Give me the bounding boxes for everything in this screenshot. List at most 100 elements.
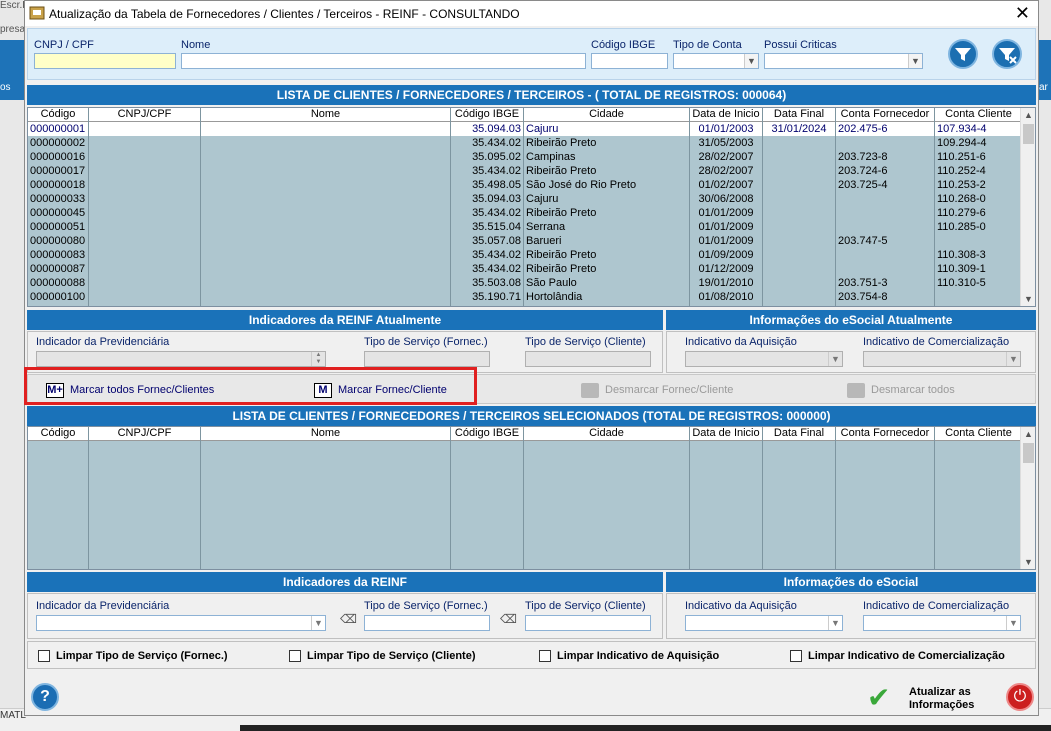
- column-header[interactable]: Conta Cliente: [935, 427, 1023, 441]
- eraser-icon[interactable]: ⌫: [340, 612, 357, 626]
- limpar-forn-checkbox[interactable]: Limpar Tipo de Serviço (Fornec.): [38, 650, 228, 663]
- clear-filter-button[interactable]: [992, 39, 1022, 69]
- column-header[interactable]: Data de Inicio: [690, 427, 763, 441]
- list1-scrollbar[interactable]: ▲ ▼: [1020, 108, 1035, 306]
- prev-label: Indicador da Previdenciária: [36, 336, 170, 348]
- serv-forn-input[interactable]: [364, 615, 490, 631]
- reinf-dialog: Atualização da Tabela de Fornecedores / …: [24, 0, 1039, 716]
- table-cell: [89, 192, 200, 206]
- column-header[interactable]: Código IBGE: [451, 427, 524, 441]
- table-cell: 19/01/2010: [698, 277, 754, 289]
- ibge-input[interactable]: [591, 53, 668, 69]
- table-row[interactable]: 000000083 35.434.02 Ribeirão Preto 01/09/20…: [28, 248, 1022, 262]
- list1-grid[interactable]: Código CNPJ/CPF Nome Código IBGE Cidade Data …: [27, 107, 1036, 307]
- table-row[interactable]: 000000002 35.434.02 Ribeirão Preto 31/05/20…: [28, 136, 1022, 150]
- table-row[interactable]: 000000088 35.503.08 São Paulo 19/01/2010 203…: [28, 276, 1022, 290]
- table-cell: Ribeirão Preto: [526, 263, 597, 275]
- column-header[interactable]: Conta Fornecedor: [836, 427, 935, 441]
- table-cell: 110.308-3: [937, 249, 986, 261]
- criticas-select[interactable]: ▼: [764, 53, 923, 69]
- table-cell: [763, 178, 835, 192]
- nome-input[interactable]: [181, 53, 586, 69]
- aquis-select[interactable]: ▼: [685, 615, 843, 631]
- column-header[interactable]: Código: [28, 108, 89, 122]
- table-cell: 203.747-5: [838, 235, 888, 247]
- table-cell: 01/08/2010: [698, 291, 754, 303]
- comerc-select[interactable]: ▼: [863, 615, 1021, 631]
- table-row[interactable]: 000000016 35.095.02 Campinas 28/02/2007 203.…: [28, 150, 1022, 164]
- table-row[interactable]: 000000045 35.434.02 Ribeirão Preto 01/01/20…: [28, 206, 1022, 220]
- table-cell: 000000002: [30, 137, 86, 149]
- table-cell: [89, 220, 200, 234]
- table-row[interactable]: 000000018 35.498.05 São José do Rio Preto 0…: [28, 178, 1022, 192]
- limpar-cli-checkbox[interactable]: Limpar Tipo de Serviço (Cliente): [289, 650, 476, 663]
- column-header[interactable]: Código: [28, 427, 89, 441]
- column-header[interactable]: CNPJ/CPF: [89, 108, 201, 122]
- table-row[interactable]: 000000017 35.434.02 Ribeirão Preto 28/02/20…: [28, 164, 1022, 178]
- reinf-current-header: Indicadores da REINF Atualmente: [27, 310, 663, 330]
- list2-column-headers: Código CNPJ/CPF Nome Código IBGE Cidade Data …: [28, 427, 1023, 441]
- table-row[interactable]: 000000001 35.094.03 Cajuru 01/01/2003 31/01/…: [28, 122, 1022, 136]
- table-row[interactable]: 000000080 35.057.08 Barueri 01/01/2009 203.7…: [28, 234, 1022, 248]
- unmark-all-button[interactable]: Desmarcar todos: [847, 382, 955, 398]
- chevron-down-icon: ▼: [1006, 352, 1020, 366]
- limpar-comerc-checkbox[interactable]: Limpar Indicativo de Comercialização: [790, 650, 1005, 663]
- update-button[interactable]: ✔ Atualizar as Informações: [867, 683, 987, 713]
- comerc-label: Indicativo de Comercialização: [863, 600, 1010, 612]
- scroll-up-icon[interactable]: ▲: [1021, 427, 1035, 441]
- background-strip: ar: [1039, 40, 1051, 100]
- column-header[interactable]: Nome: [201, 108, 451, 122]
- table-cell: [763, 150, 835, 164]
- column-header[interactable]: Código IBGE: [451, 108, 524, 122]
- esocial-new-panel: Indicativo da Aquisição ▼ Indicativo de …: [666, 593, 1036, 639]
- cnpj-input[interactable]: [34, 53, 176, 69]
- scroll-down-icon[interactable]: ▼: [1021, 292, 1035, 306]
- table-cell: 000000033: [30, 193, 86, 205]
- column-header[interactable]: Data Final: [763, 108, 836, 122]
- table-cell: Cajuru: [526, 123, 559, 135]
- comerc-label: Indicativo de Comercialização: [863, 336, 1010, 348]
- reinf-new-panel: Indicador da Previdenciária ▼ ⌫ Tipo de …: [27, 593, 663, 639]
- power-icon: ⏻: [1013, 688, 1027, 705]
- exit-button[interactable]: ⏻: [1006, 683, 1034, 711]
- column-header[interactable]: Conta Fornecedor: [836, 108, 935, 122]
- table-cell: 202.475-6: [838, 123, 888, 135]
- table-cell: Ribeirão Preto: [526, 249, 597, 261]
- scroll-down-icon[interactable]: ▼: [1021, 555, 1035, 569]
- table-cell: 000000083: [30, 249, 86, 261]
- table-cell: [763, 262, 835, 276]
- column-header[interactable]: Cidade: [524, 427, 690, 441]
- help-button[interactable]: ?: [31, 683, 59, 711]
- scroll-thumb[interactable]: [1023, 124, 1034, 144]
- table-row[interactable]: 000000100 35.190.71 Hortolândia 01/08/2010 2…: [28, 290, 1022, 304]
- table-cell: 110.268-0: [937, 193, 986, 205]
- filter-button[interactable]: [948, 39, 978, 69]
- list2-grid[interactable]: Código CNPJ/CPF Nome Código IBGE Cidade Data …: [27, 426, 1036, 570]
- clear-options-row: Limpar Tipo de Serviço (Fornec.) Limpar …: [27, 641, 1036, 669]
- table-row[interactable]: 000000033 35.094.03 Cajuru 30/06/2008 110.26…: [28, 192, 1022, 206]
- eraser-icon[interactable]: ⌫: [500, 612, 517, 626]
- table-row[interactable]: 000000051 35.515.04 Serrana 01/01/2009 110.2…: [28, 220, 1022, 234]
- chevron-down-icon: ▼: [828, 616, 842, 630]
- table-cell: [763, 248, 835, 262]
- serv-cli-label: Tipo de Serviço (Cliente): [525, 336, 646, 348]
- serv-cli-input[interactable]: [525, 615, 651, 631]
- column-header[interactable]: Data Final: [763, 427, 836, 441]
- list1-header: LISTA DE CLIENTES / FORNECEDORES / TERCE…: [27, 85, 1036, 105]
- list2-scrollbar[interactable]: ▲ ▼: [1020, 427, 1035, 569]
- scroll-thumb[interactable]: [1023, 443, 1034, 463]
- column-header[interactable]: Conta Cliente: [935, 108, 1023, 122]
- column-header[interactable]: Nome: [201, 427, 451, 441]
- tipo-conta-select[interactable]: ▼: [673, 53, 759, 69]
- column-header[interactable]: Data de Inicio: [690, 108, 763, 122]
- unmark-one-button[interactable]: Desmarcar Fornec/Cliente: [581, 382, 733, 398]
- close-icon[interactable]: ✕: [1015, 3, 1030, 23]
- prev-select[interactable]: ▼: [36, 615, 326, 631]
- scroll-up-icon[interactable]: ▲: [1021, 108, 1035, 122]
- unmark-icon: [581, 382, 599, 398]
- column-header[interactable]: Cidade: [524, 108, 690, 122]
- limpar-aquis-checkbox[interactable]: Limpar Indicativo de Aquisição: [539, 650, 719, 663]
- table-row[interactable]: 000000087 35.434.02 Ribeirão Preto 01/12/20…: [28, 262, 1022, 276]
- column-header[interactable]: CNPJ/CPF: [89, 427, 201, 441]
- highlight-box: [24, 367, 477, 405]
